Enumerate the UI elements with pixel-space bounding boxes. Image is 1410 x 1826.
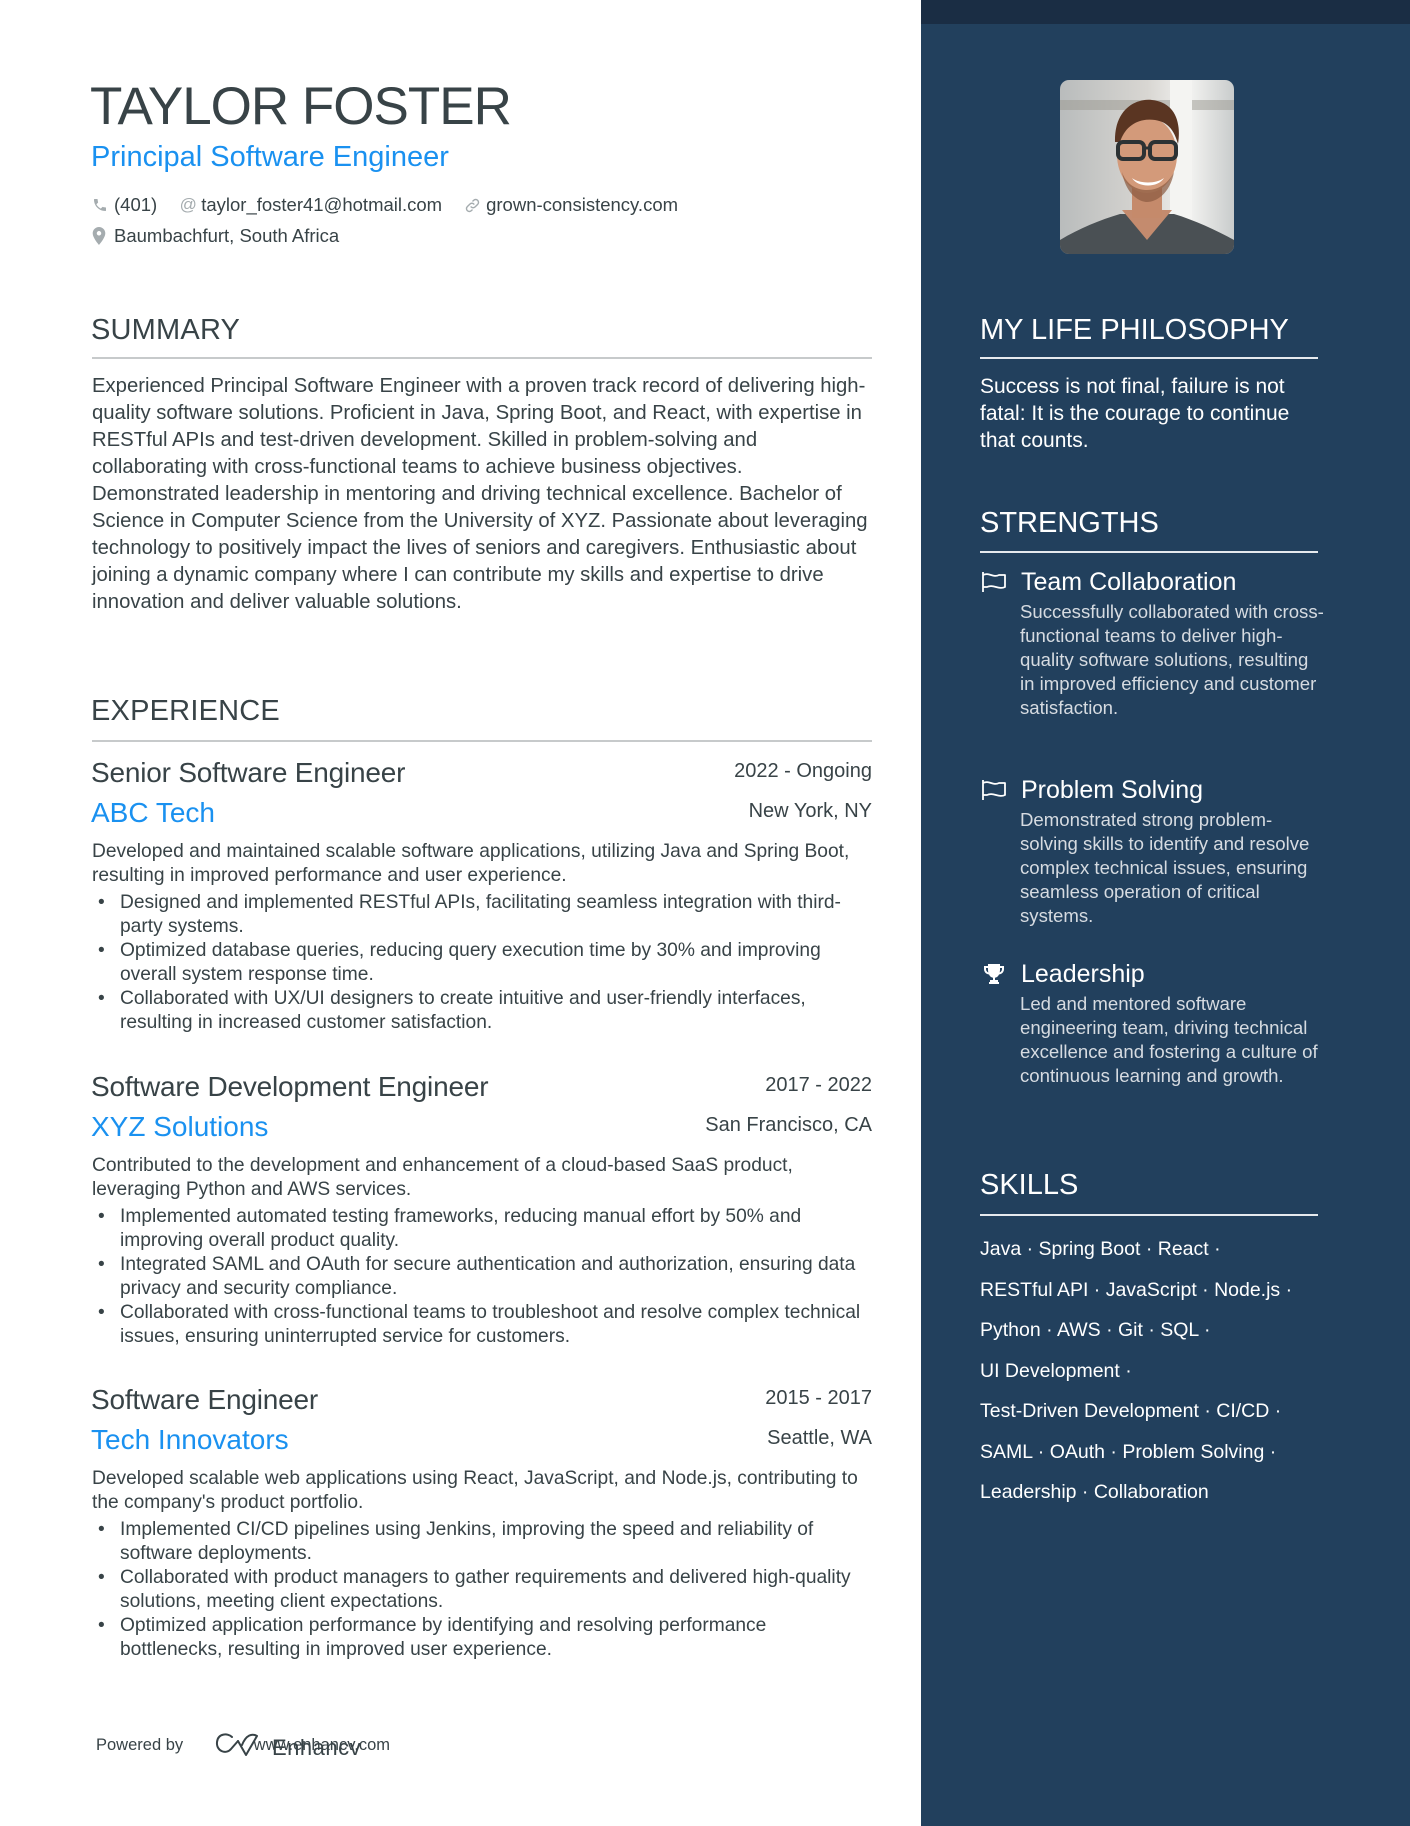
job-bullet: Collaborated with UX/UI designers to cre… [92,987,872,1035]
contact-website: grown-consistency.com [464,194,678,216]
strength-item: Team Collaboration Successfully collabor… [980,566,1325,720]
strengths-heading: STRENGTHS [980,507,1159,539]
experience-divider [92,740,872,742]
phone-icon [92,197,110,213]
job-position: Senior Software Engineer [91,757,406,788]
strength-title: Leadership [1021,960,1145,988]
skill-line: Test-Driven Development · CI/CD · [980,1400,1282,1422]
job-location: New York, NY [748,800,872,822]
strengths-divider [980,551,1318,553]
candidate-name: TAYLOR FOSTER [90,77,512,136]
summary-text: Experienced Principal Software Engineer … [92,375,868,613]
job-bullet: Integrated SAML and OAuth for secure aut… [92,1253,872,1301]
experience-heading: EXPERIENCE [91,695,280,727]
job-bullets: Designed and implemented RESTful APIs, f… [92,891,872,1035]
summary-divider [92,357,872,359]
strength-item: Leadership Led and mentored software eng… [980,958,1325,1088]
flag-icon [980,570,1007,594]
sidebar-top-band [921,0,1410,24]
job-bullet: Implemented automated testing frameworks… [92,1205,872,1253]
flag-icon [980,778,1007,802]
job-location: Seattle, WA [767,1427,872,1449]
job-entry: Software Development Engineer 2017 - 202… [91,1070,872,1349]
contact-location: Baumbachfurt, South Africa [92,225,339,247]
strength-description: Successfully collaborated with cross-fun… [1020,601,1324,718]
location-value: Baumbachfurt, South Africa [114,225,340,246]
strength-title: Problem Solving [1021,776,1204,804]
strength-title: Team Collaboration [1021,568,1237,596]
sidebar: MY LIFE PHILOSOPHY Success is not final,… [921,0,1410,1826]
skill-line: Leadership · Collaboration [980,1481,1209,1503]
contact-info: (401) @ taylor_foster41@hotmail.com grow… [92,192,872,254]
job-bullets: Implemented CI/CD pipelines using Jenkin… [92,1518,872,1662]
job-dates: 2022 - Ongoing [734,760,872,782]
skills-list: Java · Spring Boot · React · RESTful API… [980,1229,1325,1513]
summary-heading: SUMMARY [91,314,241,346]
main-column: TAYLOR FOSTER Principal Software Enginee… [0,0,921,1826]
job-bullet: Collaborated with cross-functional teams… [92,1301,872,1349]
job-dates: 2015 - 2017 [765,1387,872,1409]
contact-email: @ taylor_foster41@hotmail.com [179,194,443,216]
philosophy-quote: Success is not final, failure is not fat… [980,375,1290,452]
skills-heading: SKILLS [980,1169,1079,1201]
philosophy-heading: MY LIFE PHILOSOPHY [980,314,1289,346]
profile-photo [1060,80,1234,254]
skill-line: UI Development · [980,1359,1132,1382]
job-entry: Senior Software Engineer 2022 - Ongoing … [91,756,872,1035]
email-link[interactable]: taylor_foster41@hotmail.com [201,194,442,216]
powered-by-label: Powered by [96,1736,184,1754]
skill-line: Java · Spring Boot · React · [980,1238,1221,1260]
job-bullet: Collaborated with product managers to ga… [92,1566,872,1614]
job-entry: Software Engineer 2015 - 2017 Tech Innov… [91,1383,872,1662]
job-position: Software Development Engineer [91,1071,489,1102]
job-bullet: Implemented CI/CD pipelines using Jenkin… [92,1518,872,1566]
job-dates: 2017 - 2022 [765,1074,872,1096]
strength-description: Led and mentored software engineering te… [1020,993,1318,1086]
job-location: San Francisco, CA [705,1114,872,1136]
job-bullet: Designed and implemented RESTful APIs, f… [92,891,872,939]
contact-phone: (401) [92,194,157,216]
skill-line: RESTful API · JavaScript · Node.js · [980,1278,1293,1301]
philosophy-divider [980,357,1318,359]
candidate-title: Principal Software Engineer [91,141,449,173]
skills-divider [980,1214,1318,1216]
job-description: Developed scalable web applications usin… [92,1468,858,1513]
footer-url[interactable]: www.enhancv.com [254,1736,390,1755]
strength-item: Problem Solving Demonstrated strong prob… [980,774,1325,928]
job-description: Developed and maintained scalable softwa… [92,841,850,886]
contact-row-1: (401) @ taylor_foster41@hotmail.com grow… [92,192,872,218]
skill-line: SAML · OAuth · Problem Solving · [980,1440,1277,1463]
job-description: Contributed to the development and enhan… [92,1155,793,1200]
job-bullets: Implemented automated testing frameworks… [92,1205,872,1349]
job-position: Software Engineer [91,1384,318,1415]
skill-line: Python · AWS · Git · SQL · [980,1319,1211,1341]
strength-description: Demonstrated strong problem-solving skil… [1020,809,1310,926]
at-icon: @ [179,195,197,214]
location-pin-icon [92,227,110,245]
link-icon [464,197,482,214]
job-company[interactable]: Tech Innovators [91,1423,289,1457]
job-company[interactable]: XYZ Solutions [91,1110,268,1144]
website-link[interactable]: grown-consistency.com [486,194,678,216]
job-company[interactable]: ABC Tech [91,796,215,830]
trophy-icon [980,962,1007,986]
contact-row-2: Baumbachfurt, South Africa [92,223,872,249]
job-bullet: Optimized database queries, reducing que… [92,939,872,987]
phone-value[interactable]: (401) [114,194,157,216]
job-bullet: Optimized application performance by ide… [92,1614,872,1662]
